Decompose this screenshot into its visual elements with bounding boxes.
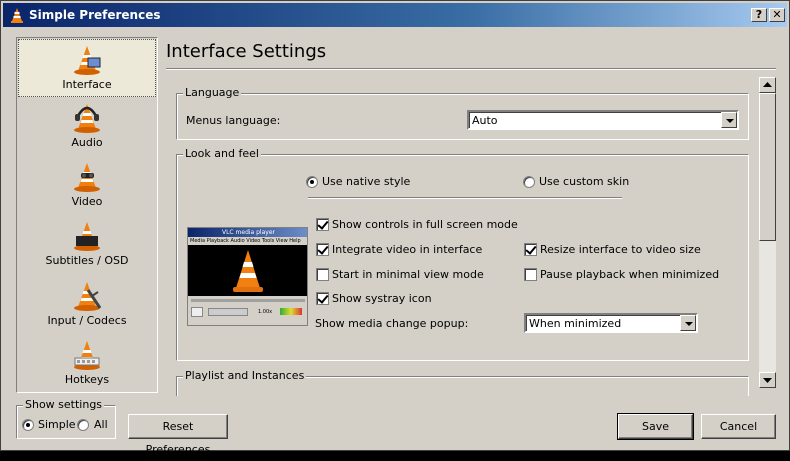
sidebar-item-audio[interactable]: Audio [18,98,156,156]
sidebar-item-label: Interface [62,78,112,91]
show-settings-title: Show settings [23,398,105,411]
simple-radio[interactable] [22,419,34,431]
preview-speed: 1.00x [258,309,273,315]
all-radio[interactable] [77,419,89,431]
sidebar-item-interface[interactable]: Interface [18,39,156,97]
preview-controls: 1.00x [188,296,307,325]
arrow-down-icon [763,378,772,383]
sidebar-item-video[interactable]: Video [18,157,156,215]
window-title: Simple Preferences [29,8,161,22]
media-popup-label: Show media change popup: [315,317,469,330]
scroll-up-button[interactable] [759,77,776,93]
settings-scrollbar[interactable] [759,77,776,388]
resize-interface-label: Resize interface to video size [540,243,701,256]
sidebar-item-label: Video [71,195,103,208]
menus-language-value: Auto [472,114,498,127]
chevron-down-icon[interactable] [721,112,737,128]
scroll-down-button[interactable] [759,372,776,388]
minimal-view-checkbox[interactable] [316,268,329,281]
chevron-down-icon[interactable] [680,315,696,331]
resize-interface-checkbox[interactable] [524,243,537,256]
sidebar-item-hotkeys[interactable]: Hotkeys [18,335,156,392]
native-style-preview: VLC media player Media Playback Audio Vi… [187,227,308,326]
title-bar[interactable]: Simple Preferences ? ✕ [3,3,787,27]
sidebar-item-label: Hotkeys [64,373,110,386]
reset-preferences-button[interactable]: Reset Preferences [128,414,228,456]
fullscreen-controls-checkbox[interactable] [316,218,329,231]
sidebar-item-input-codecs[interactable]: Input / Codecs [18,276,156,334]
pause-minimized-label: Pause playback when minimized [540,268,720,281]
sidebar-item-subtitles[interactable]: Subtitles / OSD [18,216,156,274]
minimal-view-label: Start in minimal view mode [332,268,484,281]
close-button[interactable]: ✕ [769,8,785,22]
sidebar-item-label: Subtitles / OSD [45,254,129,267]
simple-label: Simple [38,418,76,431]
systray-icon-checkbox[interactable] [316,292,329,305]
menus-language-label: Menus language: [186,114,281,127]
vlc-icon [11,8,23,23]
menus-language-select[interactable]: Auto [467,110,739,130]
playlist-group-title: Playlist and Instances [183,369,307,382]
language-group: Language Menus language: Auto [176,86,749,140]
title-divider [166,68,776,70]
integrate-video-label: Integrate video in interface [332,243,483,256]
category-sidebar: Interface Audio Video Subtitles / OSD In… [16,37,158,393]
media-popup-value: When minimized [529,317,622,330]
language-group-title: Language [183,86,242,99]
preview-menu: Media Playback Audio Video Tools View He… [188,237,307,245]
fullscreen-controls-label: Show controls in full screen mode [332,218,518,231]
custom-skin-label: Use custom skin [539,175,630,188]
video-icon [74,163,100,192]
page-title: Interface Settings [166,41,327,62]
help-button[interactable]: ? [751,8,767,22]
preferences-window: Simple Preferences ? ✕ Interface Audio V… [0,0,790,456]
sidebar-item-label: Audio [71,136,103,149]
look-and-feel-title: Look and feel [183,147,261,160]
show-settings-group: Show settings Simple All [16,398,116,439]
preview-title: VLC media player [188,228,307,237]
all-label: All [94,418,108,431]
sidebar-item-label: Input / Codecs [47,314,127,327]
vlc-cone-icon [233,250,263,292]
subtitles-icon [74,222,100,251]
interface-icon [74,46,101,75]
integrate-video-checkbox[interactable] [316,243,329,256]
scroll-thumb[interactable] [759,93,776,241]
input-codecs-icon [74,282,102,311]
style-divider [308,197,622,199]
playlist-group: Playlist and Instances [176,369,749,396]
hotkeys-icon [74,341,100,370]
systray-icon-label: Show systray icon [332,292,432,305]
custom-skin-radio[interactable] [523,176,535,188]
cancel-button[interactable]: Cancel [701,414,776,439]
save-button[interactable]: Save [617,413,694,440]
arrow-up-icon [763,82,772,87]
pause-minimized-checkbox[interactable] [524,268,537,281]
media-popup-select[interactable]: When minimized [524,313,698,333]
native-style-label: Use native style [322,175,411,188]
native-style-radio[interactable] [306,176,318,188]
audio-icon [74,104,100,133]
